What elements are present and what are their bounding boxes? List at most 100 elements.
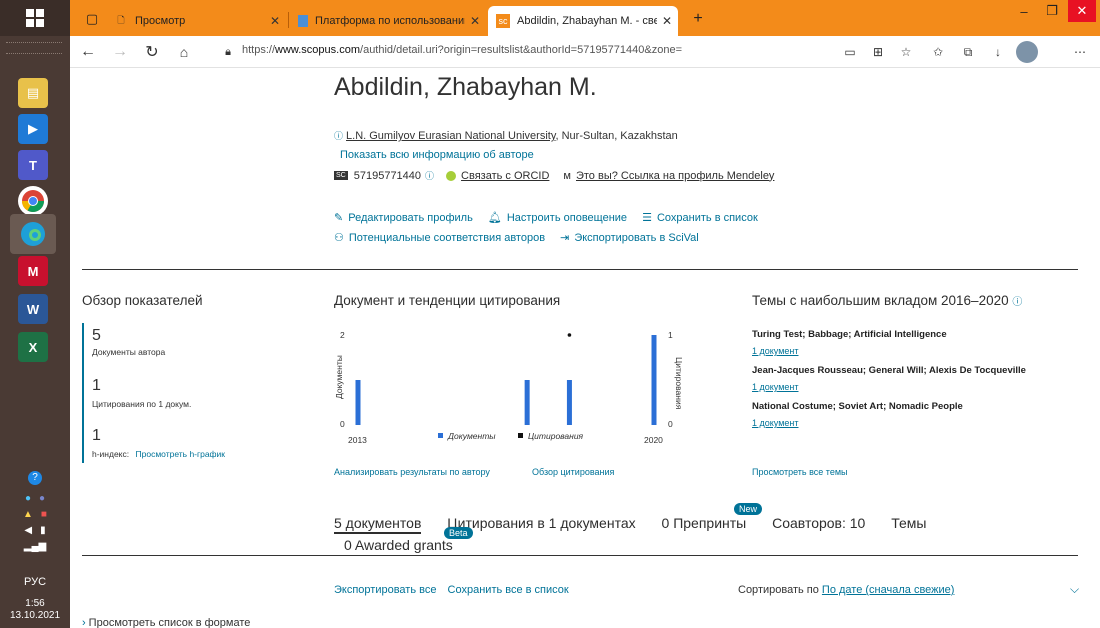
tab-topics[interactable]: Темы — [891, 515, 926, 531]
legend-citations-label: Цитирования — [528, 431, 584, 441]
network-share-icon[interactable]: ● — [25, 493, 31, 504]
section-divider — [82, 269, 1078, 270]
mcafee-icon[interactable]: M — [18, 256, 48, 286]
view-all-topics-link[interactable]: Просмотреть все темы — [752, 467, 848, 477]
citation-overview-link[interactable]: Обзор цитирования — [532, 467, 614, 477]
close-tab-icon[interactable]: ✕ — [662, 14, 672, 28]
more-icon[interactable]: ⋯ — [1070, 42, 1090, 62]
x-tick-end: 2020 — [644, 435, 663, 445]
new-tab-icon[interactable]: + — [684, 8, 712, 30]
tabs-divider — [82, 555, 1078, 556]
tab-awarded-grants[interactable]: 0 Awarded grants — [344, 537, 453, 553]
topic-documents-link[interactable]: 1 документ — [752, 382, 1082, 392]
close-tab-icon[interactable]: ✕ — [470, 14, 480, 28]
set-alert-label: Настроить оповещение — [506, 212, 628, 224]
edit-profile-button[interactable]: ✎ Редактировать профиль — [334, 212, 473, 224]
reload-icon[interactable]: ↻ — [140, 40, 164, 64]
url-field[interactable]: https://www.scopus.com/authid/detail.uri… — [242, 44, 682, 56]
collections-icon[interactable]: ⧉ — [958, 42, 978, 62]
signal-icon[interactable]: ▂▄▆ — [24, 541, 46, 552]
h-index-count: 1 — [92, 427, 101, 444]
topic-documents-link[interactable]: 1 документ — [752, 418, 1082, 428]
file-explorer-icon[interactable]: ▤ — [18, 78, 48, 108]
documents-bar — [566, 380, 572, 425]
export-all-link[interactable]: Экспортировать все — [334, 584, 436, 596]
volume-icon[interactable]: ◀ — [24, 525, 32, 536]
back-icon[interactable]: ← — [76, 40, 100, 64]
taskbar-grip — [6, 42, 62, 54]
tab-actions-icon[interactable]: ▢ — [78, 8, 106, 30]
mendeley-link[interactable]: Это вы? Ссылка на профиль Mendeley — [576, 170, 774, 182]
topics-list: Turing Test; Babbage; Artificial Intelli… — [752, 329, 1082, 437]
tab-platforma[interactable]: Платформа по использованию ✕ — [290, 6, 486, 36]
tab-prosmotr[interactable]: 🗋 Просмотр ✕ — [106, 6, 286, 36]
affiliation-link[interactable]: L.N. Gumilyov Eurasian National Universi… — [346, 130, 555, 142]
add-favorite-icon[interactable]: ☆ — [896, 42, 916, 62]
save-to-list-button[interactable]: ☰ Сохранить в список — [642, 212, 758, 224]
profile-avatar[interactable] — [1016, 41, 1038, 63]
close-window-icon[interactable]: ✕ — [1068, 0, 1096, 22]
view-list-format[interactable]: › Просмотреть список в формате — [82, 617, 250, 628]
scopus-favicon-icon: sc — [496, 14, 510, 28]
tab-citations[interactable]: Цитирования в 1 документах — [447, 515, 635, 531]
export-scival-button[interactable]: ⇥ Экспортировать в SciVal — [560, 232, 699, 244]
security-icon[interactable]: ▲ — [23, 509, 33, 520]
teams-icon[interactable]: T — [18, 150, 48, 180]
save-all-link[interactable]: Сохранить все в список — [448, 584, 569, 596]
show-author-info-link[interactable]: Показать всю информацию об авторе — [340, 149, 534, 161]
word-icon[interactable]: W — [18, 294, 48, 324]
tab-preprints[interactable]: 0 Препринты — [662, 515, 747, 531]
chrome-icon[interactable] — [18, 186, 48, 216]
help-icon[interactable]: ? — [28, 471, 42, 485]
topics-title-text: Темы с наибольшим вкладом 2016–2020 — [752, 293, 1009, 308]
browser-toolbar: ← → ↻ ⌂ 🔒︎ https://www.scopus.com/authid… — [70, 36, 1100, 68]
windows-taskbar: ▤ ▶ T M W X ? ● ● ▲ ■ ◀ ▮ ▂▄▆ РУС 1:56 13.1… — [0, 0, 70, 628]
topics-info-icon[interactable]: ⓘ — [1012, 297, 1022, 308]
sort-select[interactable]: По дате (сначала свежие) — [822, 584, 955, 596]
forward-icon[interactable]: → — [108, 40, 132, 64]
power-icon[interactable]: ▮ — [40, 525, 46, 536]
set-alert-button[interactable]: 🔔︎ Настроить оповещение — [488, 212, 627, 224]
y-axis-label-right: Цитирования — [674, 357, 684, 410]
legend-documents-swatch — [438, 433, 443, 438]
reading-view-icon[interactable]: ▭ — [840, 42, 860, 62]
minimize-icon[interactable]: – — [1010, 0, 1038, 22]
favorites-icon[interactable]: ✩ — [928, 42, 948, 62]
potential-matches-button[interactable]: ⚇ Потенциальные соответствия авторов — [334, 232, 545, 244]
flag-icon[interactable]: ■ — [41, 509, 47, 520]
connect-orcid-link[interactable]: Связать с ORCID — [461, 170, 549, 182]
maximize-icon[interactable]: ❐ — [1038, 0, 1066, 22]
scopus-id-info-icon[interactable]: ⓘ — [425, 169, 434, 182]
citations-label: Цитирования по 1 докум. — [92, 399, 192, 409]
legend-citations-swatch — [518, 433, 523, 438]
edge-icon[interactable] — [10, 214, 56, 254]
teams-tray-icon[interactable]: ● — [39, 493, 45, 504]
clock[interactable]: 1:56 13.10.2021 — [0, 598, 70, 622]
home-icon[interactable]: ⌂ — [172, 40, 196, 64]
browser-tab-strip: ▢ 🗋 Просмотр ✕ Платформа по использовани… — [70, 0, 1100, 36]
mendeley-icon: ᴍ — [563, 169, 571, 182]
chevron-down-icon[interactable]: ⌵ — [1070, 582, 1079, 597]
y-tick-left: 2 — [340, 330, 345, 340]
tab-documents[interactable]: 5 документов — [334, 515, 422, 534]
excel-icon[interactable]: X — [18, 332, 48, 362]
orcid-icon — [446, 170, 457, 181]
y-tick-right: 0 — [668, 419, 673, 429]
view-h-graph-link[interactable]: Просмотреть h-график — [136, 449, 226, 459]
downloads-icon[interactable]: ↓ — [988, 42, 1008, 62]
topic-documents-link[interactable]: 1 документ — [752, 346, 1082, 356]
tab-scopus-active[interactable]: sc Abdildin, Zhabayhan M. - сведе ✕ — [488, 6, 678, 36]
analyze-author-link[interactable]: Анализировать результаты по автору — [334, 467, 490, 477]
app-available-icon[interactable]: ⊞ — [868, 42, 888, 62]
lock-icon[interactable]: 🔒︎ — [216, 40, 240, 64]
tab-coauthors[interactable]: Соавторов: 10 — [772, 515, 865, 531]
topic-name: Jean-Jacques Rousseau; General Will; Ale… — [752, 365, 1026, 376]
author-actions-row1: ✎ Редактировать профиль 🔔︎ Настроить опове… — [334, 211, 770, 224]
input-language[interactable]: РУС — [0, 576, 70, 588]
start-button[interactable] — [0, 0, 70, 36]
system-tray: ? ● ● ▲ ■ ◀ ▮ ▂▄▆ — [0, 470, 70, 554]
windows-logo-icon — [26, 9, 44, 27]
y-axis-label-left: Документы — [334, 355, 344, 399]
close-tab-icon[interactable]: ✕ — [270, 14, 280, 28]
media-player-icon[interactable]: ▶ — [18, 114, 48, 144]
